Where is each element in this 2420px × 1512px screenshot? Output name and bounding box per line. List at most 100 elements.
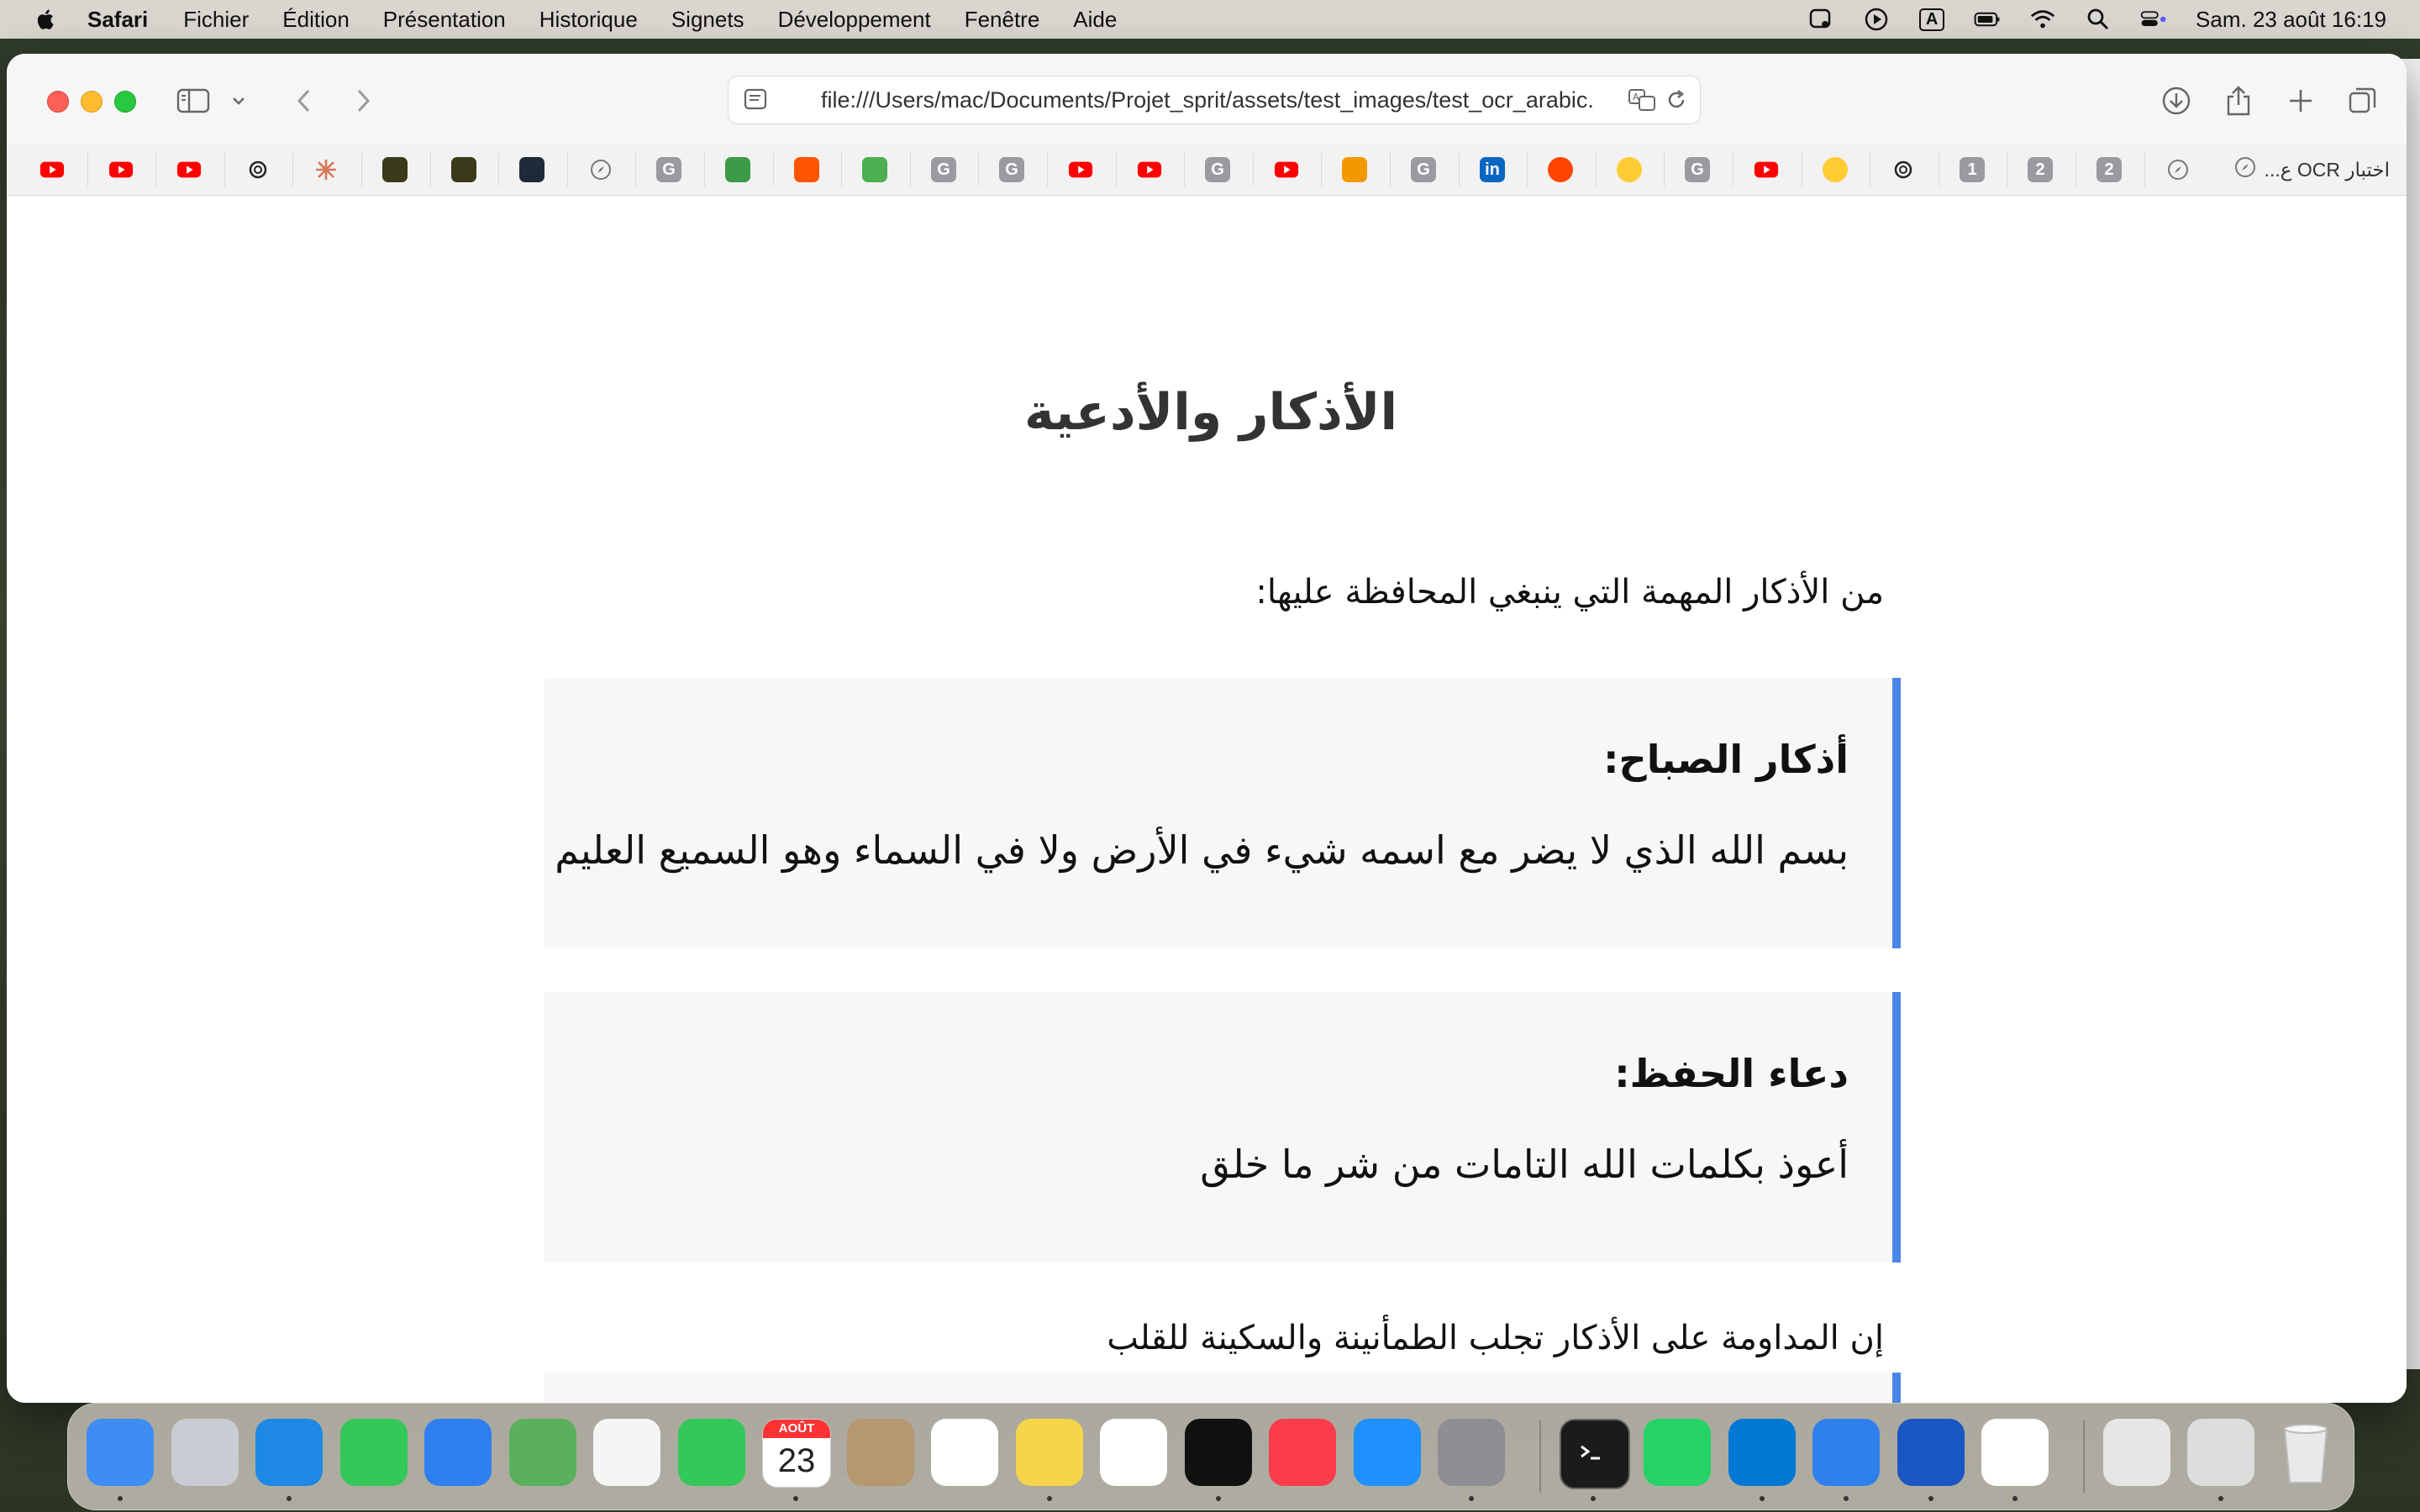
bookmark-item[interactable]: G [1202,155,1233,185]
menu-developpement[interactable]: Développement [778,7,931,33]
dock-contacts-icon[interactable] [846,1419,914,1486]
dock-chrome-icon[interactable] [1981,1419,2049,1486]
bookmark-separator [1253,153,1254,186]
window-close-button[interactable] [47,91,69,113]
bookmark-item[interactable] [243,155,273,185]
bookmark-item[interactable]: G [654,155,684,185]
bookmark-ocr-test[interactable]: اختبار OCR ع... [2234,156,2390,183]
dock-trash-icon[interactable] [2272,1419,2339,1486]
dock-terminal-icon[interactable] [1559,1419,1630,1489]
control-center-icon[interactable] [2140,8,2167,31]
bookmark-item[interactable]: in [1477,155,1507,185]
bookmark-item[interactable] [1751,155,1781,185]
dock-vscode-icon[interactable] [1728,1419,1796,1486]
battery-icon[interactable] [1974,8,2001,31]
menu-clock[interactable]: Sam. 23 août 16:19 [2196,7,2386,33]
bookmark-item[interactable] [860,155,890,185]
page-settings-icon[interactable] [744,88,769,116]
dock-audacity-icon[interactable] [1897,1419,1965,1486]
bookmark-separator [1321,153,1322,186]
chevron-down-icon[interactable] [230,84,247,118]
menu-aide[interactable]: Aide [1073,7,1117,33]
dock-music-file-icon[interactable] [2102,1419,2170,1486]
tab-overview-icon[interactable] [2346,84,2380,118]
calendar-month: AOÛT [763,1420,830,1438]
bookmark-item[interactable] [174,155,204,185]
bookmark-item[interactable] [2163,155,2193,185]
menu-historique[interactable]: Historique [539,7,638,33]
menu-signets[interactable]: Signets [671,7,744,33]
bookmark-item[interactable] [517,155,547,185]
dock-app-store-icon[interactable] [1353,1419,1421,1486]
sidebar-toggle-icon[interactable] [176,84,210,118]
dock-messages-icon[interactable] [339,1419,408,1486]
dock-photos-icon[interactable] [593,1419,660,1486]
bookmark-item[interactable]: G [1408,155,1439,185]
dock-maps-icon[interactable] [508,1419,576,1486]
bookmark-item[interactable]: 2 [2025,155,2055,185]
bookmark-item[interactable] [449,155,479,185]
reload-icon[interactable] [1665,88,1688,116]
dock-screenshot-preview-icon[interactable] [2187,1419,2254,1486]
back-arrow-icon[interactable] [287,84,321,118]
translate-icon[interactable]: A [1628,88,1656,116]
new-tab-icon[interactable] [2284,84,2317,118]
window-maximize-button[interactable] [114,91,136,113]
window-minimize-button[interactable] [81,91,103,113]
bookmark-item[interactable] [723,155,753,185]
bookmark-item[interactable]: G [1682,155,1712,185]
bookmark-item[interactable] [586,155,616,185]
downloads-icon[interactable] [2160,84,2193,118]
bookmark-item[interactable] [1065,155,1096,185]
bookmark-item[interactable]: 1 [1957,155,1987,185]
bookmark-item[interactable] [1339,155,1370,185]
dock-apple-tv-icon[interactable] [1184,1419,1252,1486]
hex-logo-icon [382,157,408,182]
capture-icon[interactable] [1807,8,1834,31]
bookmark-item[interactable] [311,155,341,185]
bookmark-item[interactable]: G [929,155,959,185]
address-bar[interactable]: file:///Users/mac/Documents/Projet_sprit… [728,76,1701,124]
spotlight-search-icon[interactable] [2085,8,2112,31]
bookmark-item[interactable] [1614,155,1644,185]
dock-facetime-icon[interactable] [677,1419,745,1486]
bookmark-item[interactable]: G [997,155,1027,185]
url-text[interactable]: file:///Users/mac/Documents/Projet_sprit… [821,87,1611,113]
bookmark-item[interactable] [1134,155,1165,185]
input-source-icon[interactable]: A [1918,8,1945,31]
dock-notes-icon[interactable] [1015,1419,1083,1486]
menu-app-name[interactable]: Safari [87,7,148,33]
letter-g-icon: G [1205,157,1230,182]
menu-fenetre[interactable]: Fenêtre [965,7,1040,33]
bookmark-item[interactable] [37,155,67,185]
dock-music-icon[interactable] [1269,1419,1336,1486]
bookmark-item[interactable] [1271,155,1302,185]
bookmark-item[interactable] [106,155,136,185]
bookmark-item[interactable] [380,155,410,185]
dock-reminders-icon[interactable] [931,1419,998,1486]
dock-xcode-icon[interactable] [1812,1419,1880,1486]
wifi-icon[interactable] [2029,8,2056,31]
dock-whatsapp-icon[interactable] [1644,1419,1711,1486]
share-icon[interactable] [2222,84,2255,118]
dhikr-card: أذكار الصباح: بسم الله الذي لا يضر مع اس… [544,678,1901,948]
menu-fichier[interactable]: Fichier [183,7,249,33]
play-circle-icon[interactable] [1863,8,1890,31]
bookmark-item[interactable] [1888,155,1918,185]
dock-mail-icon[interactable] [424,1419,492,1486]
apple-menu-icon[interactable] [34,7,59,32]
dock-safari-icon[interactable] [255,1419,323,1486]
dock-launchpad-icon[interactable] [171,1419,239,1486]
bookmark-item[interactable] [1545,155,1576,185]
dock-system-settings-icon[interactable] [1438,1419,1505,1486]
bookmark-item[interactable] [792,155,822,185]
bookmark-favicon-letter: 1 [1967,160,1977,179]
menu-presentation[interactable]: Présentation [383,7,506,33]
bookmark-item[interactable]: 2 [2094,155,2124,185]
forward-arrow-icon[interactable] [346,84,380,118]
dock-freeform-icon[interactable] [1100,1419,1167,1486]
dock-calendar-icon[interactable]: AOÛT 23 [762,1419,831,1488]
dock-finder-icon[interactable] [87,1419,154,1486]
menu-edition[interactable]: Édition [282,7,350,33]
bookmark-item[interactable] [1820,155,1850,185]
